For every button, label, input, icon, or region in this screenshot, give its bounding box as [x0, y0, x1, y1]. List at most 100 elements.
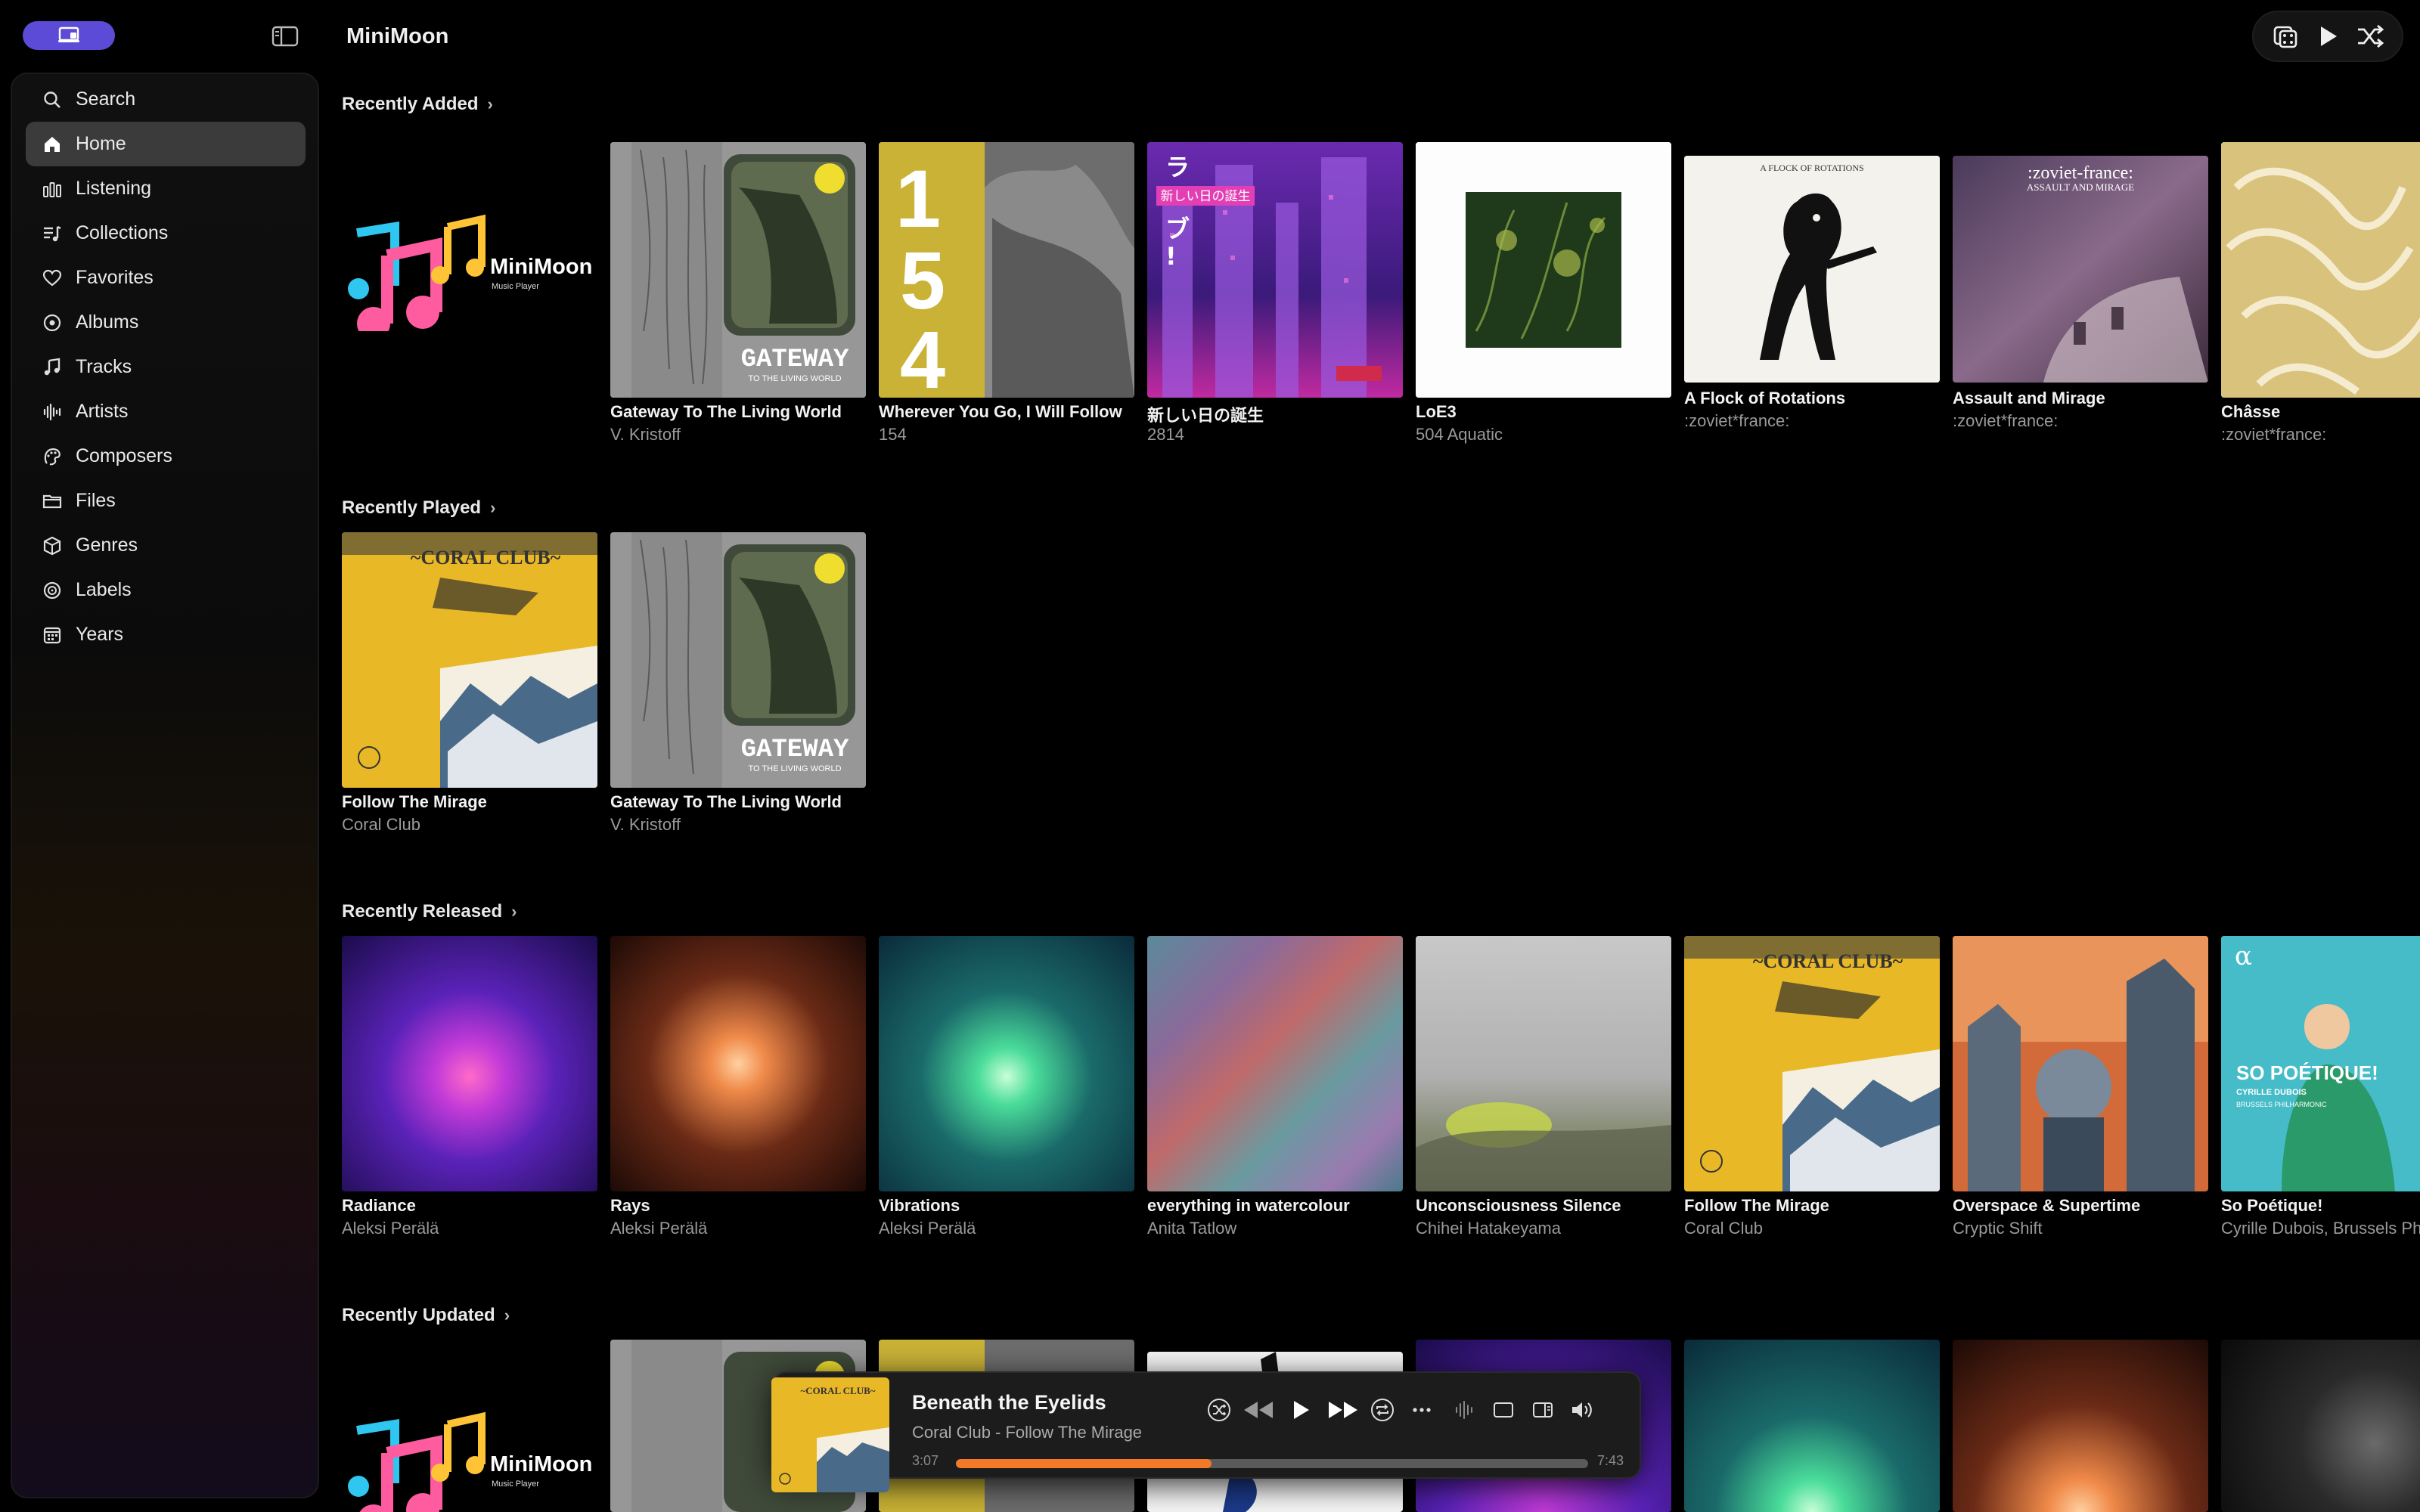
shuffle-icon[interactable]: [2352, 18, 2388, 54]
device-button[interactable]: [23, 21, 115, 50]
elapsed-time: 3:07: [912, 1453, 939, 1468]
sidebar-item-label: Labels: [76, 579, 132, 600]
sidebar-item-composers[interactable]: Composers: [26, 434, 306, 479]
album-title: everything in watercolour: [1147, 1196, 1350, 1215]
sidebar-item-artists[interactable]: Artists: [26, 389, 306, 434]
shuffle-icon[interactable]: [1202, 1391, 1236, 1429]
album-art: 1 5 4: [879, 142, 1134, 398]
sidebar-item-years[interactable]: Years: [26, 612, 306, 657]
logo-name: MiniMoon: [490, 255, 592, 279]
section-title: Recently Released: [342, 901, 503, 922]
rewind-icon[interactable]: [1236, 1391, 1281, 1429]
album-art: [610, 936, 866, 1191]
album-artist: Aleksi Perälä: [342, 1219, 439, 1238]
art-text: 新しい日の誕生: [1161, 189, 1251, 204]
title-bar: MiniMoon: [0, 0, 2420, 73]
section-recently-added: Recently Added › MiniMoon Music Player G…: [342, 89, 2420, 467]
art-text: ~CORAL CLUB~: [411, 547, 561, 569]
album-art: MiniMoon Music Player: [342, 210, 597, 331]
sidebar-item-files[interactable]: Files: [26, 479, 306, 523]
sidebar-item-home[interactable]: Home: [26, 122, 306, 166]
album-artist: Anita Tatlow: [1147, 1219, 1237, 1238]
album-art: GATEWAY TO THE LIVING WORLD: [610, 532, 866, 788]
play-icon[interactable]: [2310, 18, 2346, 54]
calendar-icon: [41, 624, 64, 646]
fast-forward-icon[interactable]: [1320, 1391, 1366, 1429]
art-text: ~CORAL CLUB~: [1753, 950, 1903, 972]
art-text: ブ: [1165, 215, 1190, 243]
album-title: Assault and Mirage: [1953, 389, 2105, 407]
album-art: ~CORAL CLUB~: [342, 532, 597, 788]
album-artist: 504 Aquatic: [1416, 425, 1503, 444]
chevron-right-icon: ›: [490, 498, 496, 517]
queue-panel-icon[interactable]: [1523, 1391, 1562, 1429]
section-title: Recently Updated: [342, 1305, 495, 1325]
sidebar-toggle-icon[interactable]: [269, 23, 301, 50]
sidebar-item-favorites[interactable]: Favorites: [26, 256, 306, 300]
app-title: MiniMoon: [346, 24, 449, 48]
sidebar-nav: Search Home Listening Collections Favori…: [26, 77, 306, 657]
album-art: A FLOCK OF ROTATIONS: [1684, 156, 1940, 383]
sidebar-item-label: Home: [76, 133, 126, 154]
waveform-icon[interactable]: [1444, 1391, 1484, 1429]
art-text: GATEWAY: [741, 345, 849, 374]
album-title: Radiance: [342, 1196, 416, 1215]
album-artist: :zoviet*france:: [1684, 411, 1790, 430]
album-artist: :zoviet*france:: [2221, 425, 2327, 444]
sidebar-item-label: Genres: [76, 534, 138, 556]
album-title: Châsse: [2221, 402, 2281, 421]
album-art: [2221, 142, 2420, 398]
album-title: LoE3: [1416, 402, 1457, 421]
art-text: ~CORAL CLUB~: [800, 1385, 875, 1396]
art-text: TO THE LIVING WORLD: [748, 764, 841, 773]
album-art: α SO POÉTIQUE! CYRILLE DUBOIS BRUSSELS P…: [2221, 936, 2420, 1191]
album-title: A Flock of Rotations: [1684, 389, 1846, 407]
album-title: 新しい日の誕生: [1147, 406, 1264, 425]
album-title: Overspace & Supertime: [1953, 1196, 2141, 1215]
art-text: 4: [900, 314, 945, 398]
sidebar-item-collections[interactable]: Collections: [26, 211, 306, 256]
section-header[interactable]: Recently Updated ›: [342, 1300, 510, 1331]
sidebar-item-search[interactable]: Search: [26, 77, 306, 122]
sidebar-item-genres[interactable]: Genres: [26, 523, 306, 568]
sidebar-item-albums[interactable]: Albums: [26, 300, 306, 345]
art-text: SO POÉTIQUE!: [2236, 1061, 2378, 1084]
repeat-icon[interactable]: [1366, 1391, 1399, 1429]
now-playing-art[interactable]: ~CORAL CLUB~: [771, 1377, 889, 1492]
play-icon[interactable]: [1281, 1391, 1320, 1429]
album-icon: [41, 311, 64, 334]
collections-icon: [41, 222, 64, 245]
sidebar-item-label: Listening: [76, 178, 152, 199]
album-title: Follow The Mirage: [1684, 1196, 1829, 1215]
track-title: Beneath the Eyelids: [912, 1391, 1106, 1414]
album-title: Follow The Mirage: [342, 792, 487, 811]
sidebar-item-label: Collections: [76, 222, 169, 243]
art-text: CYRILLE DUBOIS: [2236, 1088, 2307, 1097]
now-playing-bar: ~CORAL CLUB~ Beneath the Eyelids Coral C…: [771, 1371, 1641, 1492]
volume-icon[interactable]: [1562, 1391, 1602, 1429]
random-album-icon[interactable]: [2267, 18, 2304, 54]
album-art: GATEWAY TO THE LIVING WORLD: [610, 142, 866, 398]
art-text: GATEWAY: [741, 736, 849, 764]
progress-bar[interactable]: [956, 1459, 1588, 1468]
main-content: Recently Added › MiniMoon Music Player G…: [342, 73, 2420, 1512]
sidebar-item-label: Composers: [76, 445, 172, 466]
sidebar-item-labels[interactable]: Labels: [26, 568, 306, 612]
section-header[interactable]: Recently Played ›: [342, 493, 495, 523]
sidebar-item-tracks[interactable]: Tracks: [26, 345, 306, 389]
album-artist: Chihei Hatakeyama: [1416, 1219, 1561, 1238]
track-subtitle[interactable]: Coral Club - Follow The Mirage: [912, 1423, 1142, 1442]
more-icon[interactable]: [1399, 1391, 1444, 1429]
sidebar-item-listening[interactable]: Listening: [26, 166, 306, 211]
mini-player-icon[interactable]: [1484, 1391, 1523, 1429]
composer-icon: [41, 445, 64, 468]
album-title: Gateway To The Living World: [610, 402, 842, 421]
section-header[interactable]: Recently Released ›: [342, 897, 517, 927]
album-title: Gateway To The Living World: [610, 792, 842, 811]
section-header[interactable]: Recently Added ›: [342, 89, 493, 119]
minimoon-logo-icon: MiniMoon Music Player: [348, 1411, 592, 1512]
album-title: Unconsciousness Silence: [1416, 1196, 1621, 1215]
album-artist: Aleksi Perälä: [610, 1219, 708, 1238]
album-title: Wherever You Go, I Will Follow: [879, 402, 1122, 421]
cube-icon: [41, 534, 64, 557]
